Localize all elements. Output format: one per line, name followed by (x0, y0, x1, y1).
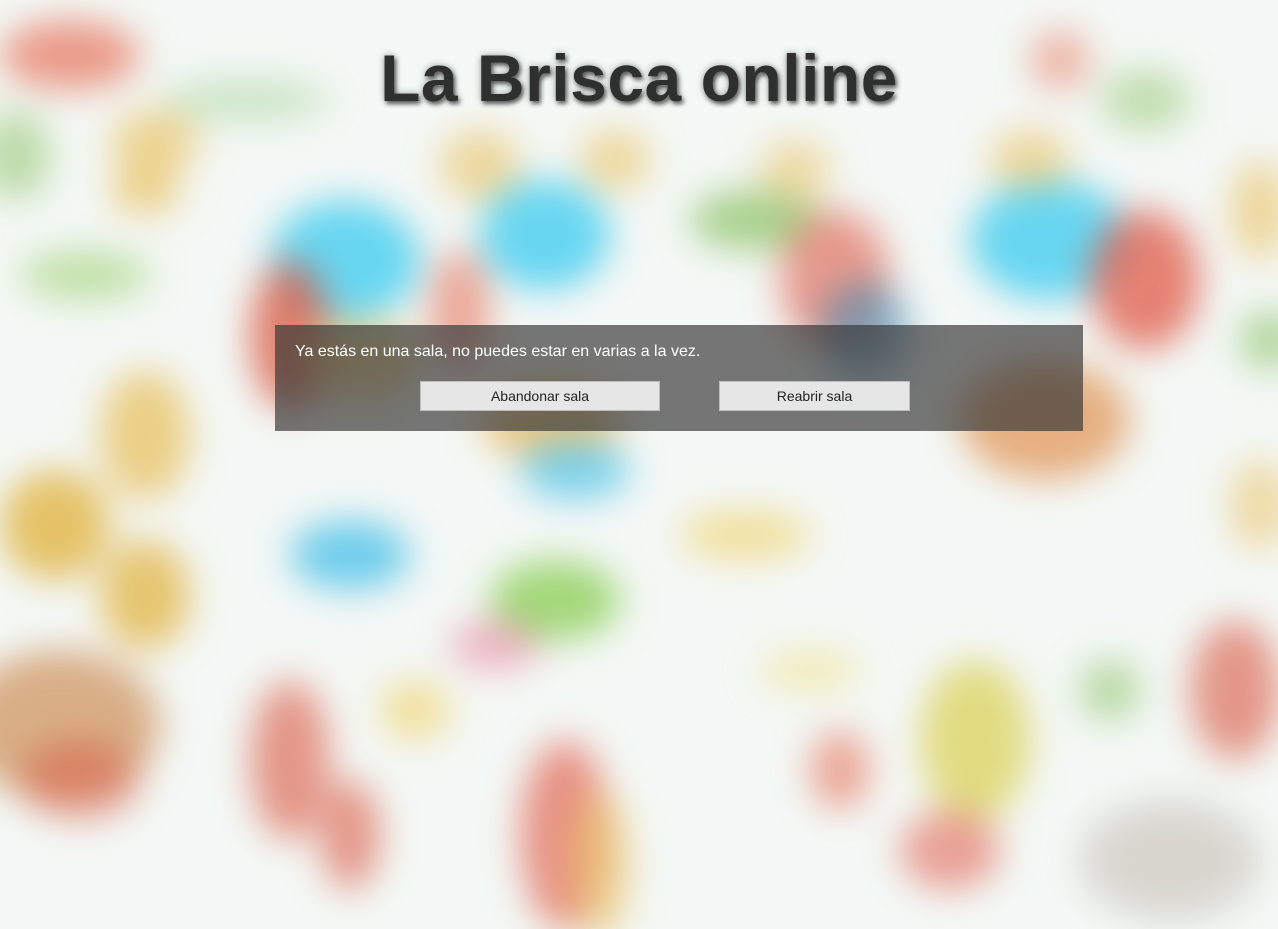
page-title: La Brisca online (380, 41, 898, 115)
leave-room-button[interactable]: Abandonar sala (420, 381, 660, 411)
blurred-card-background (0, 0, 1278, 929)
dialog-message: Ya estás en una sala, no puedes estar en… (295, 343, 701, 360)
reopen-room-button[interactable]: Reabrir sala (719, 381, 910, 411)
already-in-room-dialog: Ya estás en una sala, no puedes estar en… (275, 325, 1083, 431)
app-screen: La Brisca online Ya estás en una sala, n… (0, 0, 1278, 929)
